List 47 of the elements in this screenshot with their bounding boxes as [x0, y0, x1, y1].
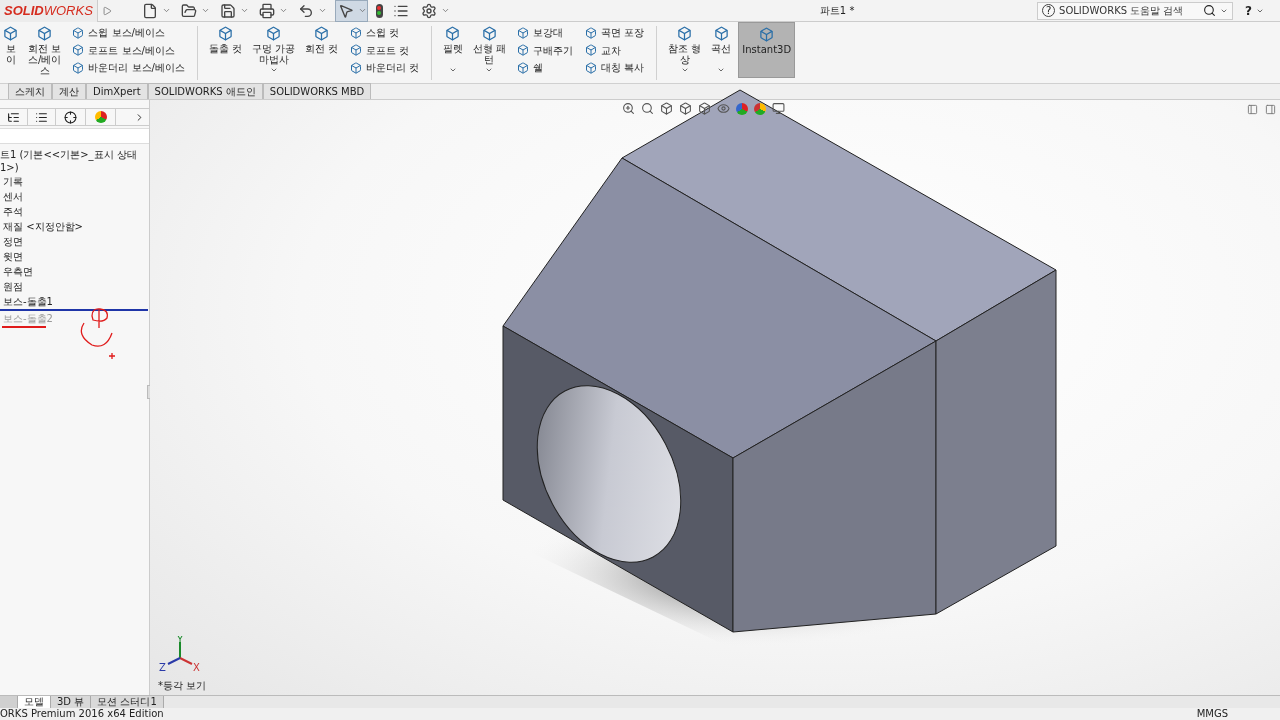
tree-item[interactable]: 우측면 [0, 264, 33, 279]
ribbon-button[interactable]: 보강대 [516, 25, 573, 40]
window-title: 파트1 * [819, 4, 855, 18]
ribbon-button[interactable]: 구멍 가공 마법사 [249, 22, 299, 78]
ribbon-button[interactable]: 보 이 [0, 22, 21, 78]
help-button[interactable]: ? [1245, 1, 1252, 20]
units-label[interactable]: MMGS [1196, 708, 1228, 720]
ribbon-button[interactable]: 곡면 포장 [584, 25, 645, 40]
ribbon-button[interactable]: 로프트 컷 [349, 42, 419, 58]
tree-item[interactable]: 주석 [0, 204, 23, 219]
ribbon-button[interactable]: 참조 형 상 [665, 22, 705, 78]
tree-item[interactable]: 기록 [0, 174, 23, 189]
ribbon-button[interactable]: 스윕 보스/베이스 [72, 25, 185, 40]
ribbon-button[interactable]: 회전 컷 [302, 22, 342, 78]
status-text: ORKS Premium 2016 x64 Edition [0, 708, 164, 720]
ribbon-button[interactable]: 선형 패 턴 [469, 22, 509, 78]
bottom-tab[interactable]: 3D 뷰 [51, 696, 92, 708]
ribbon-button[interactable]: 필렛 [439, 22, 466, 78]
command-tab[interactable]: SOLIDWORKS MBD [262, 83, 372, 99]
ribbon-button[interactable]: Instant3D [738, 22, 796, 78]
ribbon-button[interactable]: 스윕 컷 [349, 25, 419, 40]
ribbon-button[interactable]: 돌출 컷 [205, 22, 246, 78]
ribbon-button[interactable]: 쉘 [516, 60, 573, 75]
command-tab[interactable]: 계산 [52, 83, 86, 99]
app-logo: SOLIDWORKS [0, 0, 98, 22]
tree-item[interactable]: 센서 [0, 189, 23, 204]
ribbon-button[interactable]: 로프트 보스/베이스 [72, 42, 185, 58]
tree-root[interactable]: 트1 (기본<<기본>_표시 상태 1>) [0, 148, 148, 174]
ribbon-button[interactable]: 바운더리 컷 [349, 60, 419, 75]
command-tab[interactable]: DimXpert [86, 83, 148, 99]
command-tab[interactable]: 스케치 [8, 83, 52, 99]
bottom-tab[interactable]: 모델 [18, 696, 51, 708]
bottom-tab[interactable]: 모션 스터디1 [91, 696, 164, 708]
command-tab[interactable]: SOLIDWORKS 애드인 [147, 83, 263, 99]
tree-item[interactable]: 보스-돌출1 [0, 294, 53, 309]
ribbon-button[interactable]: 바운더리 보스/베이스 [72, 60, 185, 75]
ribbon-button[interactable]: 곡선 [708, 22, 735, 78]
tree-item[interactable]: 윗면 [0, 249, 23, 264]
ribbon-button[interactable]: 대칭 복사 [584, 60, 645, 75]
ribbon-button[interactable]: 교차 [584, 42, 645, 58]
tree-item[interactable]: 재질 <지정안함> [0, 219, 83, 234]
ribbon-button[interactable]: 구배주기 [516, 42, 573, 58]
ribbon-button[interactable]: 회전 보 스/베이 스 [25, 22, 65, 78]
tree-item[interactable]: 원점 [0, 279, 23, 294]
search-field[interactable]: ? SOLIDWORKS 도움말 검색 [1037, 1, 1234, 20]
view-name: *등각 보기 [158, 679, 207, 693]
tree-item[interactable]: 정면 [0, 234, 23, 249]
